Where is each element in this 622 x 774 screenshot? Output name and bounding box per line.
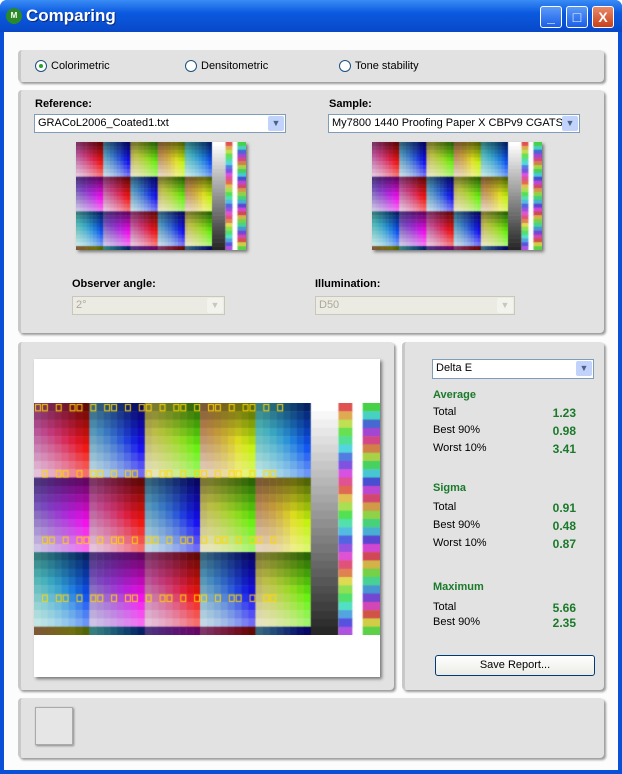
sigma-heading: Sigma	[433, 482, 467, 494]
average-heading: Average	[433, 389, 477, 401]
chevron-down-icon: ▼	[207, 298, 223, 313]
reference-select[interactable]: GRACoL2006_Coated1.txt ▼	[34, 114, 286, 133]
window: M Comparing _ □ X Colorimetric Densitome…	[0, 0, 622, 774]
radio-unchecked-icon	[339, 60, 351, 72]
reference-chart-thumbnail	[76, 142, 246, 250]
close-button[interactable]: X	[592, 6, 614, 28]
stat-row: Total 0.91	[433, 501, 584, 515]
stat-value: 0.48	[552, 519, 576, 533]
radio-tone-stability[interactable]: Tone stability	[339, 60, 419, 72]
radio-densitometric[interactable]: Densitometric	[185, 60, 268, 72]
stat-value: 3.41	[552, 442, 576, 456]
stat-row: Worst 10% 0.87	[433, 537, 584, 551]
stat-row: Best 90% 2.35	[433, 616, 584, 630]
app-icon: M	[6, 8, 22, 24]
stat-label: Best 90%	[433, 519, 481, 531]
files-panel: Reference: GRACoL2006_Coated1.txt ▼ Sampl…	[18, 90, 604, 333]
maximum-heading: Maximum	[433, 581, 484, 593]
stat-value: 0.91	[552, 501, 576, 515]
radio-label: Tone stability	[355, 60, 419, 72]
stat-label: Total	[433, 501, 457, 513]
sample-chart-thumbnail	[372, 142, 542, 250]
comparison-panel	[18, 342, 394, 690]
illumination-select: D50 ▼	[315, 296, 515, 315]
radio-label: Densitometric	[201, 60, 269, 72]
stat-row: Total 5.66	[433, 601, 584, 615]
illumination-label: Illumination:	[315, 278, 381, 290]
radio-colorimetric[interactable]: Colorimetric	[35, 60, 110, 72]
sample-value: My7800 1440 Proofing Paper X CBPv9 CGATS	[332, 117, 563, 129]
observer-angle-label: Observer angle:	[72, 278, 156, 290]
maximize-button[interactable]: □	[566, 6, 588, 28]
observer-angle-select: 2° ▼	[72, 296, 225, 315]
chevron-down-icon[interactable]: ▼	[562, 116, 578, 131]
stat-label: Total	[433, 601, 457, 613]
reference-label: Reference:	[35, 98, 92, 110]
client-area: Colorimetric Densitometric Tone stabilit…	[4, 32, 618, 770]
chevron-down-icon[interactable]: ▼	[268, 116, 284, 131]
chevron-down-icon: ▼	[497, 298, 513, 313]
stat-value: 0.87	[552, 537, 576, 551]
observer-angle-value: 2°	[76, 299, 87, 311]
save-report-button[interactable]: Save Report...	[435, 655, 595, 676]
sample-label: Sample:	[329, 98, 372, 110]
stat-label: Worst 10%	[433, 537, 487, 549]
radio-label: Colorimetric	[51, 60, 110, 72]
stat-value: 2.35	[552, 616, 576, 630]
title-bar[interactable]: M Comparing _ □ X	[0, 0, 622, 32]
metric-select[interactable]: Delta E ▼	[432, 359, 594, 379]
stat-value: 0.98	[552, 424, 576, 438]
stat-row: Worst 10% 3.41	[433, 442, 584, 456]
color-swatch	[35, 707, 73, 745]
comparison-chart-image[interactable]	[34, 403, 380, 635]
stats-panel: Delta E ▼ Average Total 1.23 Best 90% 0.98 …	[402, 342, 604, 690]
chevron-down-icon[interactable]: ▼	[576, 361, 592, 376]
stat-label: Worst 10%	[433, 442, 487, 454]
stat-row: Best 90% 0.48	[433, 519, 584, 533]
radio-checked-icon	[35, 60, 47, 72]
stat-label: Best 90%	[433, 424, 481, 436]
stat-label: Total	[433, 406, 457, 418]
metric-value: Delta E	[436, 362, 473, 374]
window-title: Comparing	[26, 6, 116, 25]
stat-row: Best 90% 0.98	[433, 424, 584, 438]
sample-select[interactable]: My7800 1440 Proofing Paper X CBPv9 CGATS…	[328, 114, 580, 133]
stat-value: 1.23	[552, 406, 576, 420]
stat-label: Best 90%	[433, 616, 481, 628]
bottom-panel	[18, 698, 604, 758]
comparison-image-frame	[34, 359, 380, 677]
minimize-button[interactable]: _	[540, 6, 562, 28]
stat-value: 5.66	[552, 601, 576, 615]
radio-unchecked-icon	[185, 60, 197, 72]
stat-row: Total 1.23	[433, 406, 584, 420]
reference-value: GRACoL2006_Coated1.txt	[38, 117, 169, 129]
illumination-value: D50	[319, 299, 340, 311]
mode-panel: Colorimetric Densitometric Tone stabilit…	[18, 50, 604, 82]
